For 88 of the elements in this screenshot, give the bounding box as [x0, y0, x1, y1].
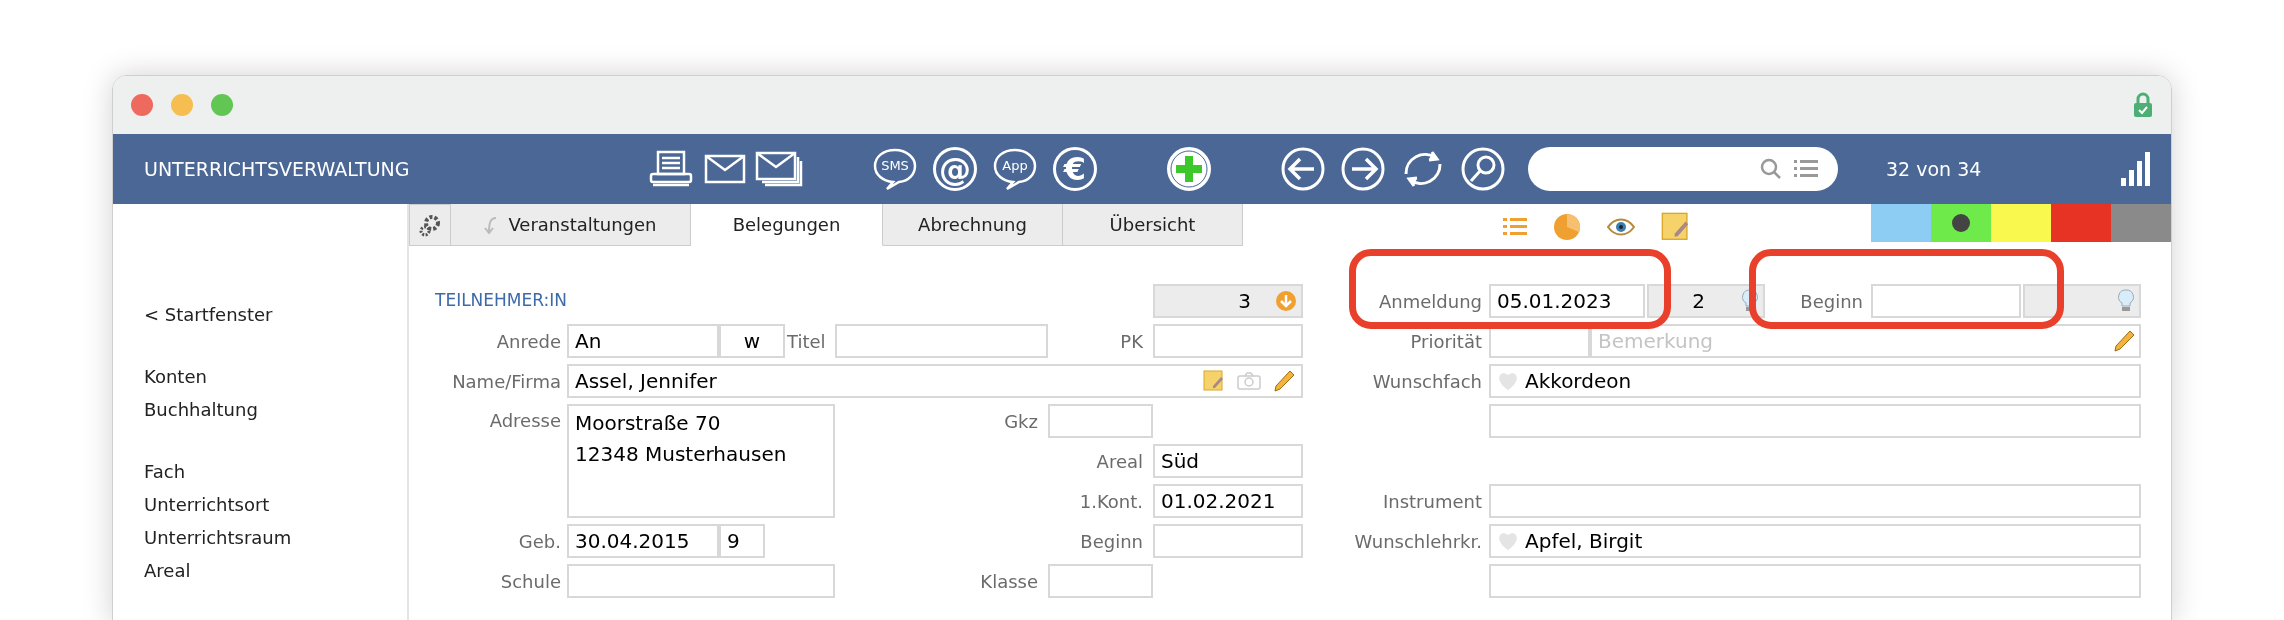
sidebar-link[interactable]: Fach [144, 457, 407, 486]
arrow-right-icon [1340, 146, 1386, 192]
pie-chart-icon [1553, 213, 1581, 241]
class-field[interactable] [1048, 564, 1153, 598]
age-field[interactable]: 9 [719, 524, 765, 558]
first-contact-field[interactable]: 01.02.2021 [1153, 484, 1303, 518]
heart-icon [1497, 531, 1519, 551]
camera-icon [1237, 372, 1261, 390]
undo-arrow-icon [484, 215, 499, 234]
subject-extra-field[interactable] [1489, 404, 2141, 438]
field-label: Instrument [1381, 489, 1483, 514]
registration-date-field[interactable]: 05.01.2023 [1489, 284, 1645, 318]
zoom-button[interactable] [211, 94, 233, 116]
list-icon [1794, 159, 1818, 179]
teacher-extra-field[interactable] [1489, 564, 2141, 598]
heart-icon [1497, 371, 1519, 391]
field-label: Beginn [1799, 289, 1864, 314]
plus-icon [1166, 146, 1212, 192]
envelope-icon [704, 154, 746, 184]
area-field[interactable]: Süd [1153, 444, 1303, 478]
gkz-field[interactable] [1048, 404, 1153, 438]
note-icon [1661, 212, 1691, 242]
sidebar-link[interactable]: < Startfenster [144, 300, 407, 329]
title-field[interactable] [835, 324, 1048, 358]
tab[interactable]: Übersicht [1063, 204, 1243, 246]
start-field[interactable] [1153, 524, 1303, 558]
field-label: Geb. [517, 529, 562, 554]
color-swatch[interactable] [2051, 204, 2111, 242]
field-label: Anmeldung [1378, 289, 1483, 314]
field-label: PK [1119, 329, 1144, 354]
envelopes-icon [755, 151, 803, 187]
gear-icon [418, 213, 442, 237]
field-label: Anrede [495, 329, 562, 354]
field-label: 1.Kont. [1078, 489, 1144, 514]
salutation-field[interactable]: An [567, 324, 719, 358]
tab[interactable]: Veranstaltungen [451, 204, 691, 246]
tab[interactable]: Abrechnung [883, 204, 1063, 246]
sidebar-link[interactable]: Unterrichtsraum [144, 523, 407, 552]
instrument-field[interactable] [1489, 484, 2141, 518]
pencil-icon [2113, 329, 2135, 353]
preferred-teacher-field[interactable]: Apfel, Birgit [1489, 524, 2141, 558]
field-label: Name/Firma [451, 369, 562, 394]
address-field[interactable]: Moorstraße 70 12348 Musterhausen [567, 404, 835, 518]
search-icon [1460, 146, 1506, 192]
list-icon [1503, 218, 1527, 236]
signal-icon [2121, 152, 2151, 186]
settings-button[interactable] [409, 204, 451, 246]
field-label: Klasse [979, 569, 1039, 594]
arrow-left-icon [1280, 146, 1326, 192]
field-label: Beginn [1079, 529, 1144, 554]
arrow-down-icon [1275, 290, 1297, 312]
birthdate-field[interactable]: 30.04.2015 [567, 524, 719, 558]
pk-field[interactable] [1153, 324, 1303, 358]
field-label: Titel [786, 329, 827, 354]
section-heading: TEILNEHMER:IN [435, 289, 568, 313]
record-counter: 32 von 34 [1886, 156, 1982, 182]
preferred-subject-field[interactable]: Akkordeon [1489, 364, 2141, 398]
color-swatch[interactable] [1871, 204, 1931, 242]
sidebar-link[interactable]: Unterrichtsort [144, 490, 407, 519]
sidebar-link[interactable]: Buchhaltung [144, 395, 407, 424]
pencil-icon [1273, 369, 1295, 393]
eye-icon [1607, 218, 1635, 236]
field-label: Areal [1095, 449, 1144, 474]
note-icon [1203, 370, 1225, 392]
field-label: Gkz [1003, 409, 1039, 434]
search-icon [1760, 158, 1782, 180]
field-label: Schule [499, 569, 562, 594]
field-label: Priorität [1409, 329, 1483, 354]
search-field[interactable] [1528, 147, 1838, 191]
start-field[interactable] [1871, 284, 2021, 318]
sidebar-link[interactable]: Areal [144, 556, 407, 585]
printer-icon [649, 150, 693, 188]
counter-field[interactable]: 3 [1153, 284, 1303, 318]
field-label: Wunschfach [1371, 369, 1483, 394]
field-label: Wunschlehrkr. [1353, 529, 1483, 554]
minimize-button[interactable] [171, 94, 193, 116]
name-field[interactable]: Assel, Jennifer [567, 364, 1303, 398]
app-title: UNTERRICHTSVERWALTUNG [144, 156, 411, 182]
school-field[interactable] [567, 564, 835, 598]
lightbulb-icon [2117, 289, 2135, 313]
color-swatch[interactable] [1931, 204, 1991, 242]
close-button[interactable] [131, 94, 153, 116]
field-label: Adresse [488, 409, 562, 433]
color-swatch[interactable] [1991, 204, 2051, 242]
sidebar-link[interactable]: Konten [144, 362, 407, 391]
color-swatch[interactable] [2111, 204, 2171, 242]
hint-field[interactable] [2023, 284, 2141, 318]
gender-field[interactable]: w [719, 324, 785, 358]
